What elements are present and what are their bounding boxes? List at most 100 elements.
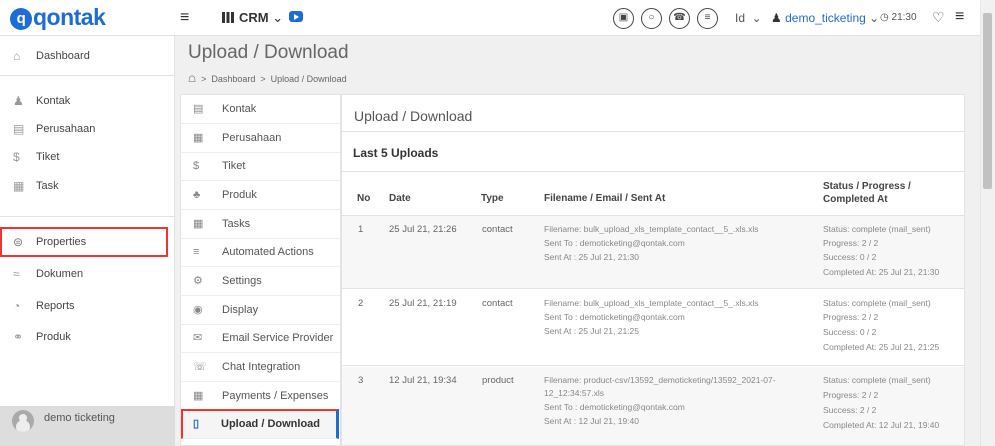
- row-sent-to: Sent To : demoticketing@qontak.com: [544, 238, 685, 248]
- sidebar-item-perusahaan[interactable]: ▤ Perusahaan: [0, 114, 175, 144]
- breadcrumb: ☖ > Dashboard > Upload / Download: [188, 74, 347, 84]
- whatsapp-icon: ☏: [193, 361, 207, 373]
- module-switcher[interactable]: CRM ⌄: [222, 10, 283, 26]
- row-type: contact: [482, 298, 513, 309]
- user-icon: ♟: [771, 11, 782, 25]
- row-success: Success: 2 / 2: [823, 405, 877, 415]
- screen-icon[interactable]: ▣: [613, 8, 634, 29]
- cubes-icon: ♣: [193, 189, 201, 201]
- row-status: Status: complete (mail_sent): [823, 224, 931, 234]
- home-icon[interactable]: ☖: [188, 74, 196, 84]
- clock-icon: ◷: [880, 12, 889, 23]
- sidebar-divider: [0, 75, 175, 76]
- row-progress: Progress: 2 / 2: [823, 312, 879, 322]
- video-icon[interactable]: [289, 11, 303, 22]
- sidebar-item-properties[interactable]: ⊜ Properties: [0, 227, 168, 257]
- dollar-icon: $: [193, 160, 200, 172]
- sidebar-item-dokumen[interactable]: ≈ Dokumen: [0, 259, 175, 289]
- row-progress: Progress: 2 / 2: [823, 238, 879, 248]
- sidebar-item-produk[interactable]: ⚭ Produk: [0, 322, 175, 352]
- avatar[interactable]: [12, 410, 34, 432]
- column-header-type: Type: [481, 193, 504, 204]
- row-status: Status: complete (mail_sent): [823, 375, 931, 385]
- row-completed: Completed At: 25 Jul 21, 21:25: [823, 342, 940, 352]
- row-sent-to: Sent To : demoticketing@qontak.com: [544, 402, 685, 412]
- menu-item-display[interactable]: ◉ Display: [181, 296, 340, 325]
- menu-item-settings[interactable]: ⚙ Settings: [181, 267, 340, 296]
- bell-icon[interactable]: ♡: [932, 9, 945, 26]
- menu-item-kontak[interactable]: ▤ Kontak: [181, 95, 340, 124]
- chat-icon[interactable]: ○: [641, 8, 662, 29]
- column-header-filename: Filename / Email / Sent At: [544, 193, 666, 204]
- properties-icon: ⊜: [13, 235, 24, 249]
- row-type: product: [482, 375, 514, 386]
- building-icon: ▦: [193, 132, 204, 144]
- tag-icon: ⚭: [13, 330, 24, 344]
- menu-item-upload-download[interactable]: ▯ Upload / Download: [181, 409, 339, 439]
- column-header-no: No: [357, 193, 371, 204]
- sidebar-user-name: demo ticketing: [44, 412, 115, 424]
- menu-icon[interactable]: ≡: [955, 8, 964, 26]
- collapse-menu-icon[interactable]: ≡: [180, 9, 189, 27]
- language-selector[interactable]: Id ⌄: [735, 11, 762, 25]
- phone-icon[interactable]: ☎: [669, 8, 690, 29]
- row-type: contact: [482, 224, 513, 235]
- row-sent-at: Sent At : 25 Jul 21, 21:25: [544, 326, 639, 336]
- sidebar-item-reports[interactable]: ◔ Reports: [0, 291, 175, 321]
- sidebar-item-kontak[interactable]: ♟ Kontak: [0, 86, 175, 116]
- row-date: 25 Jul 21, 21:26: [389, 224, 457, 235]
- row-progress: Progress: 2 / 2: [823, 390, 879, 400]
- column-header-date: Date: [389, 193, 411, 204]
- row-sent-at: Sent At : 12 Jul 21, 19:40: [544, 416, 639, 426]
- layers-icon: ≈: [13, 267, 20, 281]
- chevron-down-icon: ⌄: [869, 11, 880, 25]
- row-no: 3: [358, 375, 364, 386]
- breadcrumb-dashboard[interactable]: Dashboard: [211, 74, 255, 84]
- row-no: 1: [358, 224, 364, 235]
- panel-title: Upload / Download: [354, 108, 473, 124]
- row-filename: Filename: bulk_upload_xls_template_conta…: [544, 224, 759, 234]
- sidebar-item-task[interactable]: ▦ Task: [0, 171, 175, 201]
- menu-item-email-service-provider[interactable]: ✉ Email Service Provider: [181, 324, 340, 353]
- row-date: 12 Jul 21, 19:34: [389, 375, 457, 386]
- id-card-icon: ▤: [193, 103, 204, 115]
- row-sent-at: Sent At : 25 Jul 21, 21:30: [544, 252, 639, 262]
- clock: ◷ 21:30: [880, 12, 917, 23]
- breadcrumb-current: Upload / Download: [270, 74, 347, 84]
- row-no: 2: [358, 298, 364, 309]
- section-title: Last 5 Uploads: [353, 146, 439, 160]
- column-header-completed: Completed At: [823, 194, 888, 205]
- row-date: 25 Jul 21, 21:19: [389, 298, 457, 309]
- row-filename: Filename: bulk_upload_xls_template_conta…: [544, 298, 759, 308]
- row-filename-cont: 12_12:34:57.xls: [544, 388, 605, 398]
- row-success: Success: 0 / 2: [823, 252, 877, 262]
- sidebar-item-tiket[interactable]: $ Tiket: [0, 142, 175, 172]
- menu-item-perusahaan[interactable]: ▦ Perusahaan: [181, 124, 340, 153]
- column-header-status: Status / Progress /: [823, 181, 911, 192]
- scrollbar-thumb[interactable]: [983, 13, 992, 189]
- calculator-icon: ▦: [193, 390, 204, 402]
- chevron-down-icon: ⌄: [272, 10, 284, 25]
- row-filename: Filename: product-csv/13592_demoticketin…: [544, 375, 776, 385]
- list-icon: ≡: [193, 246, 200, 258]
- row-completed: Completed At: 25 Jul 21, 21:30: [823, 267, 940, 277]
- menu-item-chat-integration[interactable]: ☏ Chat Integration: [181, 353, 340, 382]
- calendar-icon: ▦: [13, 179, 25, 193]
- eye-icon: ◉: [193, 304, 203, 316]
- reports-icon: ◔: [13, 299, 21, 313]
- sidebar-item-dashboard[interactable]: ⌂ Dashboard: [0, 41, 175, 71]
- home-icon: ⌂: [13, 49, 21, 63]
- user-menu[interactable]: ♟ demo_ticketing ⌄: [771, 11, 879, 25]
- menu-item-tasks[interactable]: ▦ Tasks: [181, 210, 340, 239]
- menu-item-automated-actions[interactable]: ≡ Automated Actions: [181, 238, 340, 267]
- contacts-icon: ♟: [13, 94, 24, 108]
- row-sent-to: Sent To : demoticketing@qontak.com: [544, 312, 685, 322]
- logo[interactable]: q qontak: [10, 4, 106, 31]
- headset-icon[interactable]: ≡: [697, 8, 718, 29]
- file-icon: ▯: [193, 418, 200, 430]
- menu-item-payments-expenses[interactable]: ▦ Payments / Expenses: [181, 382, 340, 411]
- menu-item-tiket[interactable]: $ Tiket: [181, 152, 340, 181]
- menu-item-produk[interactable]: ♣ Produk: [181, 181, 340, 210]
- row-status: Status: complete (mail_sent): [823, 298, 931, 308]
- row-completed: Completed At: 12 Jul 21, 19:40: [823, 420, 940, 430]
